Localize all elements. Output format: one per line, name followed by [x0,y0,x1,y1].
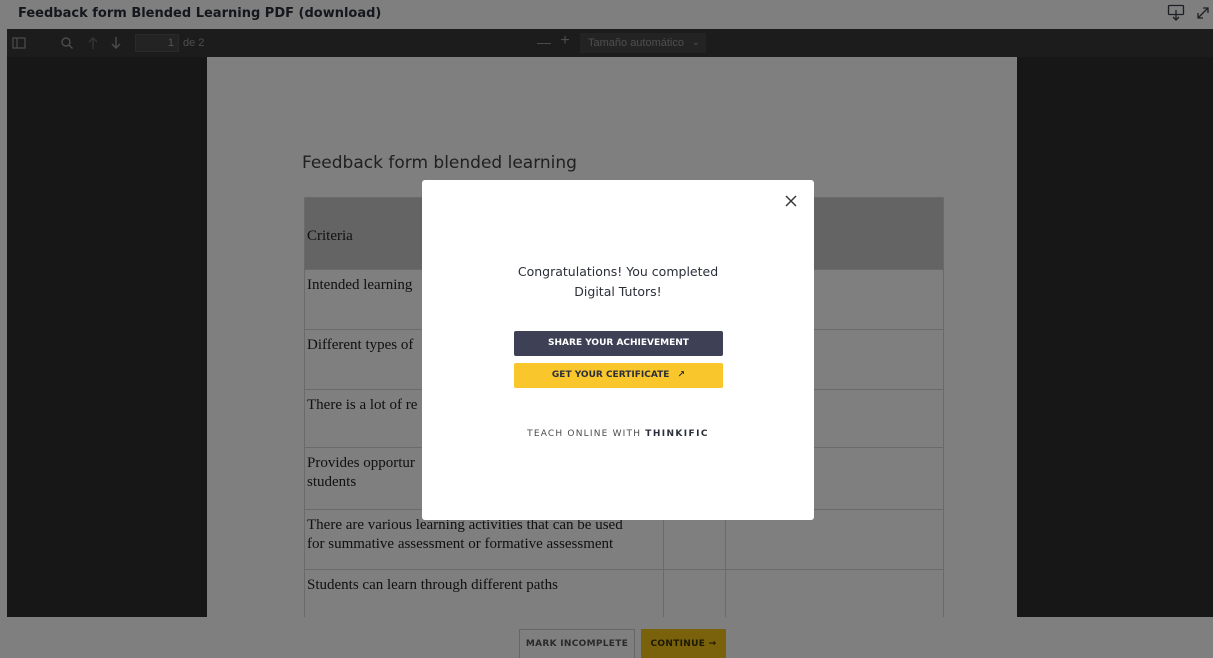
teach-online-text: TEACH ONLINE WITH [527,429,642,439]
thinkific-promo-link[interactable]: TEACH ONLINE WITH THINKIFIC [422,429,814,439]
close-icon[interactable] [784,194,798,208]
share-achievement-button[interactable]: SHARE YOUR ACHIEVEMENT [514,331,723,356]
completion-message-line: Digital Tutors! [574,284,662,299]
completion-message-line: Congratulations! You completed [517,264,719,279]
completion-modal: Congratulations! You completed Digital T… [422,180,814,520]
completion-message: Congratulations! You completed Digital T… [422,262,814,302]
external-link-icon: ↗ [677,370,686,380]
get-certificate-label: GET YOUR CERTIFICATE [551,370,670,380]
thinkific-brand: THINKIFIC [645,429,709,439]
get-certificate-button[interactable]: GET YOUR CERTIFICATE ↗ [514,363,723,388]
